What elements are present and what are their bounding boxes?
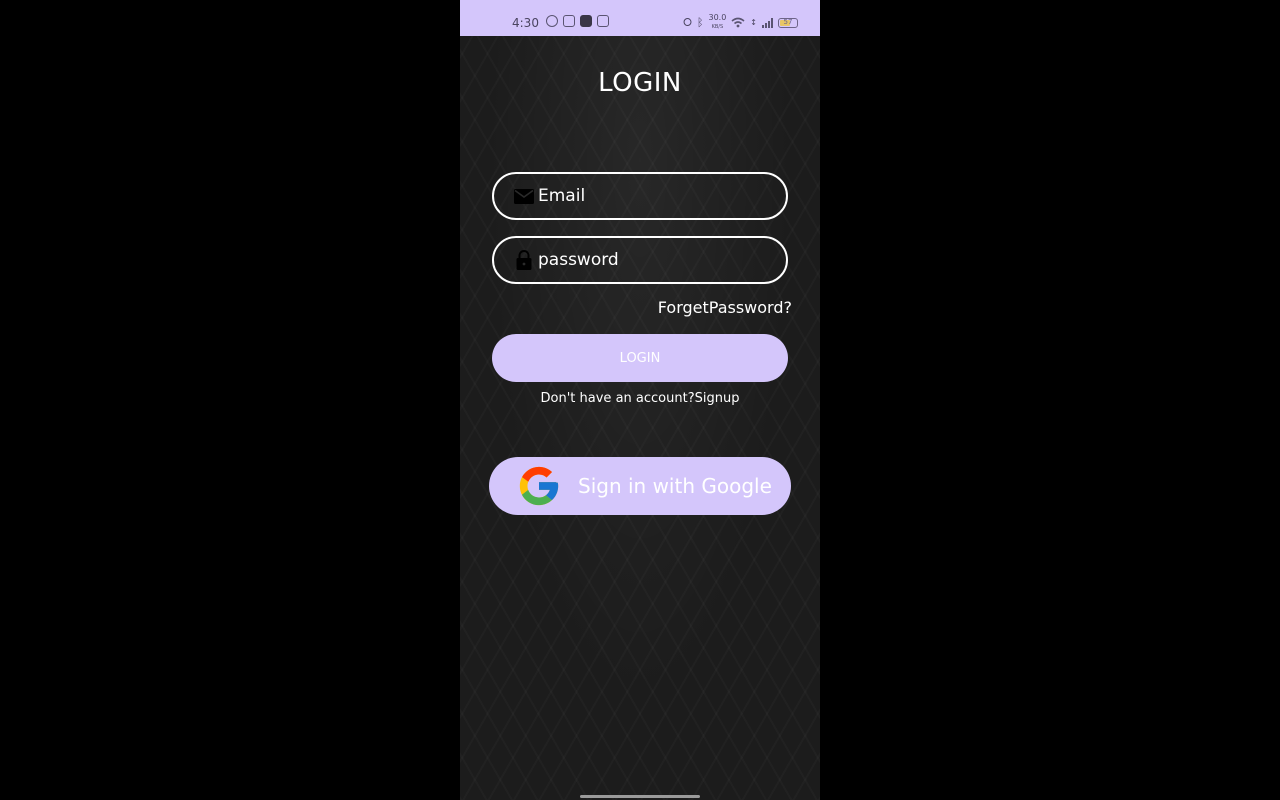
status-bar: 4:30 ⭘ ᛒ 30.0 KB/S ↕ 57: [460, 0, 820, 36]
password-field[interactable]: [492, 236, 788, 284]
email-field[interactable]: [492, 172, 788, 220]
youtube-icon: [563, 15, 575, 27]
forget-password-link[interactable]: ForgetPassword?: [658, 298, 792, 317]
lock-icon: [514, 250, 534, 270]
phone-screen: 4:30 ⭘ ᛒ 30.0 KB/S ↕ 57 LOGIN Email Forg…: [460, 0, 820, 800]
wifi-icon: [731, 17, 745, 28]
signal-icon: [762, 17, 773, 28]
app-icon: [580, 15, 592, 27]
notification-icons: [546, 15, 609, 27]
mail-icon: [514, 186, 534, 206]
email-input[interactable]: [538, 186, 768, 206]
google-signin-label: Sign in with Google: [578, 474, 772, 498]
status-time: 4:30: [512, 16, 539, 30]
status-right-group: ⭘ ᛒ 30.0 KB/S ↕ 57: [683, 14, 798, 31]
whatsapp-icon: [546, 15, 558, 27]
password-input[interactable]: [538, 250, 768, 270]
login-button[interactable]: LOGIN: [492, 334, 788, 382]
google-signin-button[interactable]: Sign in with Google: [489, 457, 791, 515]
home-indicator[interactable]: [580, 795, 700, 798]
page-title: LOGIN: [598, 68, 682, 98]
vibrate-icon: ⭘: [683, 15, 692, 29]
google-logo-icon: [519, 466, 559, 506]
battery-percent: 57: [783, 17, 793, 26]
network-speed: 30.0 KB/S: [708, 14, 726, 31]
instagram-icon: [597, 15, 609, 27]
network-speed-value: 30.0: [708, 13, 727, 22]
battery-icon: 57: [778, 17, 798, 28]
signup-link[interactable]: Don't have an account?Signup: [460, 391, 820, 406]
bluetooth-icon: ᛒ: [696, 16, 704, 29]
network-speed-unit: KB/S: [711, 24, 724, 30]
volte-icon: ↕: [750, 18, 757, 27]
